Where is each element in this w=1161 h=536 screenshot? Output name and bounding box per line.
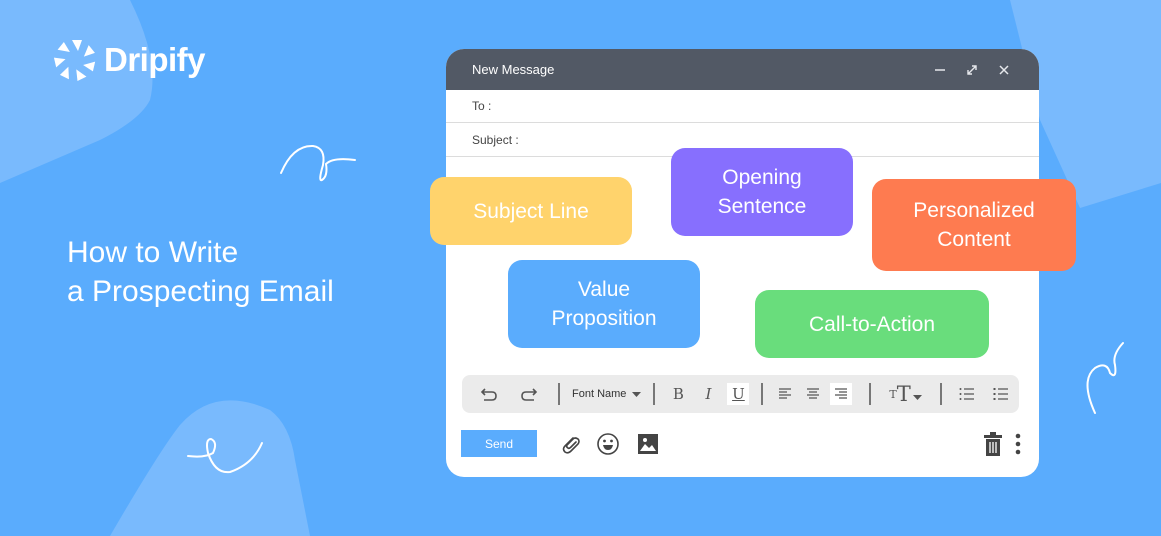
chip-label: Sentence	[717, 195, 807, 218]
close-icon[interactable]	[993, 59, 1015, 81]
redo-icon[interactable]	[518, 383, 540, 405]
headline-line-1: How to Write	[67, 236, 239, 269]
emoji-icon[interactable]	[595, 431, 621, 457]
toolbar-divider	[558, 383, 560, 405]
bold-button[interactable]: B	[667, 383, 689, 405]
chip-call-to-action: Call-to-Action	[755, 290, 989, 358]
chip-value-proposition: Value Proposition	[508, 260, 700, 348]
delete-icon[interactable]	[980, 431, 1006, 457]
brand-name: Dripify	[104, 41, 206, 78]
squiggle-decoration	[280, 144, 356, 182]
compose-actions: Send	[461, 429, 1026, 458]
minimize-icon[interactable]	[929, 59, 951, 81]
subject-label: Subject :	[472, 132, 519, 147]
to-field[interactable]: To :	[446, 90, 1039, 123]
undo-icon[interactable]	[478, 383, 500, 405]
chip-personalized-content: Personalized Content	[872, 179, 1076, 271]
send-button[interactable]: Send	[461, 430, 537, 457]
expand-icon[interactable]	[961, 59, 983, 81]
compose-title: New Message	[472, 62, 555, 77]
squiggle-decoration	[187, 437, 263, 474]
insert-image-icon[interactable]	[635, 431, 661, 457]
dropdown-arrow-icon	[632, 391, 642, 397]
bulleted-list-icon[interactable]	[956, 383, 978, 405]
chip-label: Proposition	[551, 307, 657, 330]
align-center-icon[interactable]	[802, 383, 824, 405]
toolbar-divider	[939, 383, 942, 405]
formatting-toolbar: Font Name B I U TT	[462, 375, 1019, 413]
more-options-icon[interactable]	[1010, 431, 1026, 457]
text-size-small-icon: T	[889, 387, 897, 401]
shutter-logo-icon	[53, 40, 96, 82]
align-left-icon[interactable]	[774, 383, 796, 405]
italic-button[interactable]: I	[697, 383, 719, 405]
text-size-large-icon: T	[896, 382, 911, 406]
background-shape-top-left	[0, 0, 153, 183]
chip-subject-line: Subject Line	[430, 177, 632, 245]
squiggle-decoration	[1086, 342, 1124, 414]
align-right-icon[interactable]	[830, 383, 853, 405]
chip-label: Personalized	[913, 199, 1035, 222]
font-name-dropdown[interactable]: Font Name	[568, 388, 645, 400]
underline-button[interactable]: U	[727, 383, 750, 405]
page-headline: How to Write a Prospecting Email	[67, 233, 334, 311]
chip-label: Content	[937, 228, 1011, 251]
to-label: To :	[472, 99, 492, 113]
numbered-list-icon[interactable]	[990, 383, 1012, 405]
toolbar-divider	[653, 383, 656, 405]
compose-titlebar: New Message	[446, 49, 1039, 90]
chip-label: Value	[577, 278, 631, 301]
headline-line-2: a Prospecting Email	[67, 275, 334, 308]
chip-label: Subject Line	[473, 199, 589, 223]
toolbar-divider	[869, 383, 872, 405]
chip-opening-sentence: Opening Sentence	[671, 148, 853, 236]
font-name-label: Font Name	[572, 388, 627, 400]
toolbar-divider	[761, 383, 764, 405]
chip-label: Call-to-Action	[808, 312, 936, 336]
chip-label: Opening	[722, 166, 802, 189]
text-size-dropdown[interactable]: TT	[889, 382, 922, 406]
dropdown-arrow-icon	[912, 394, 922, 400]
brand-logo: Dripify	[52, 37, 206, 83]
attachment-icon[interactable]	[557, 431, 583, 457]
